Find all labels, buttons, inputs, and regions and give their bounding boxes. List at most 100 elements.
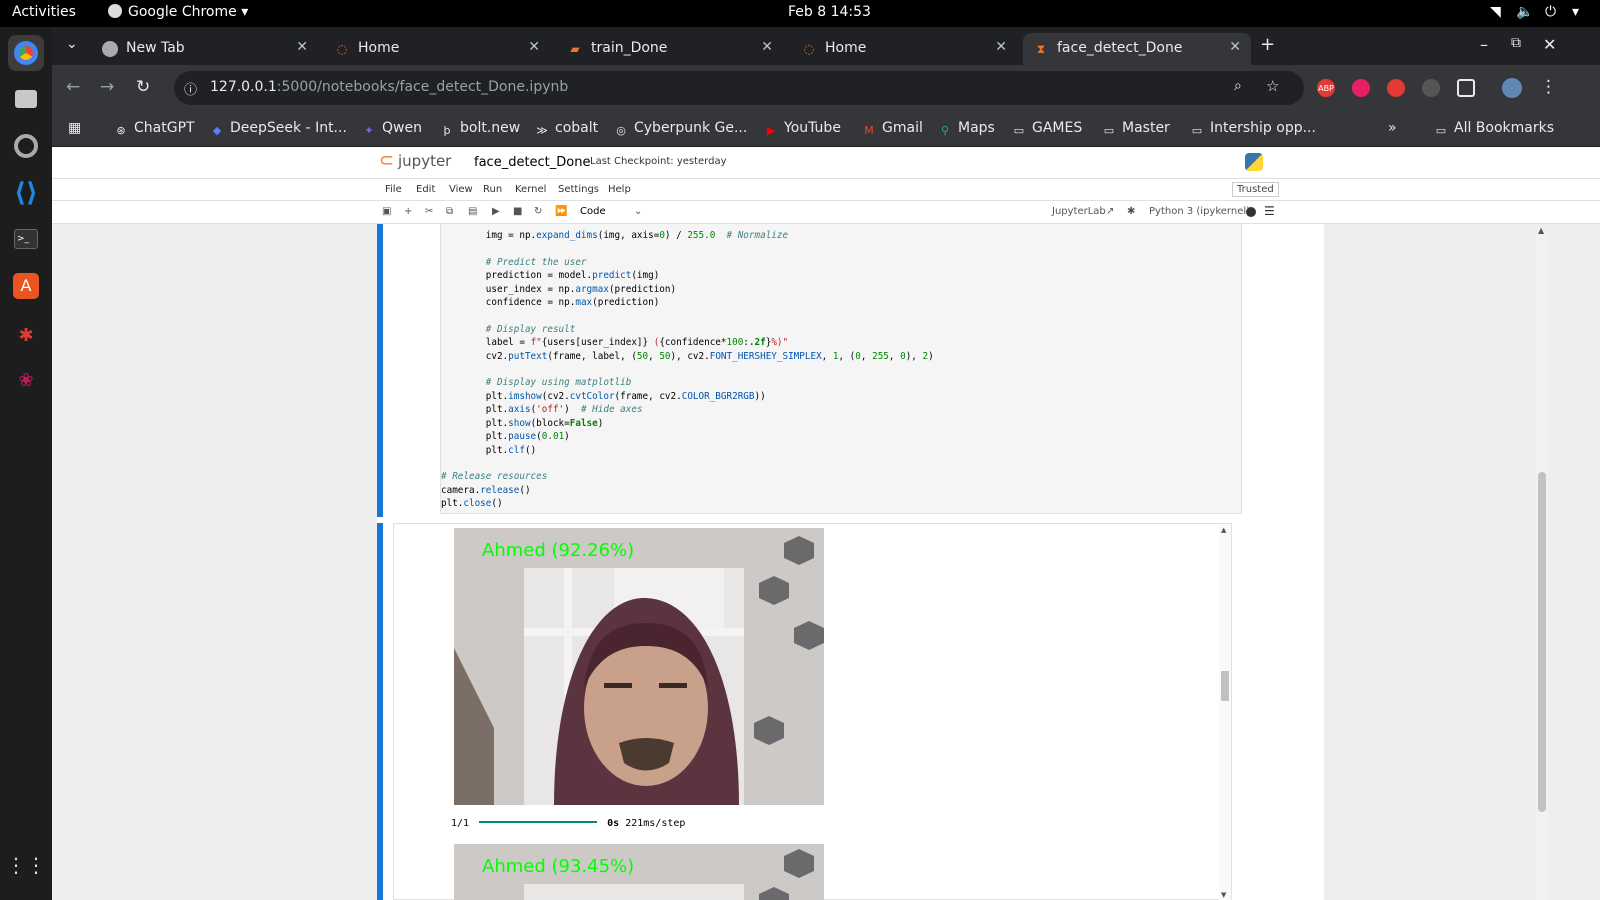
output-scroll-box[interactable]: Ahmed (92.26%) 1/1 0s 221ms/step Ahmed (… [393,523,1232,900]
kernel-name[interactable]: Python 3 (ipykernel) [1149,206,1250,217]
minimize-icon[interactable]: – [1480,35,1488,54]
dock-settings-icon[interactable] [8,128,44,164]
jupyterlab-link[interactable]: JupyterLab [1052,206,1106,217]
scroll-thumb[interactable] [1221,671,1229,701]
bookmark-gmail[interactable]: M Gmail [862,120,923,138]
volume-icon[interactable]: 🔈 [1516,4,1533,20]
menu-settings[interactable]: Settings [558,184,599,195]
tab-home-1[interactable]: ◌ Home ✕ [324,33,550,65]
run-icon[interactable]: ▶ [492,206,500,217]
new-tab-plus-icon[interactable]: + [1260,34,1275,55]
tab-train-done[interactable]: ▰ train_Done ✕ [557,33,783,65]
page-scroll-thumb[interactable] [1538,472,1546,812]
menu-view[interactable]: View [449,184,473,195]
cell-type-select[interactable]: Code [580,206,606,217]
scroll-down-icon[interactable]: ▼ [1221,891,1226,899]
bookmark-cobalt[interactable]: ≫ cobalt [535,120,598,138]
close-tab-icon[interactable]: ✕ [528,39,540,55]
extensions-puzzle-icon[interactable] [1457,79,1475,97]
code-editor[interactable]: img = np.expand_dims(img, axis=0) / 255.… [440,224,1242,514]
insert-cell-icon[interactable]: + [404,206,412,217]
bookmark-bolt[interactable]: ϸ bolt.new [440,120,521,138]
zoom-icon[interactable]: ⌕ [1234,78,1242,94]
close-tab-icon[interactable]: ✕ [761,39,773,55]
notebook-title[interactable]: face_detect_Done [474,155,590,170]
system-menu-chevron-icon[interactable]: ▾ [1572,4,1579,20]
code-cell[interactable]: img = np.expand_dims(img, axis=0) / 255.… [377,224,1312,517]
dock-software-icon[interactable]: A [8,268,44,304]
cut-icon[interactable]: ✂ [425,206,433,217]
menu-kernel[interactable]: Kernel [515,184,546,195]
bookmark-folder-internship[interactable]: ▭ Intership opp... [1190,120,1316,138]
bookmark-folder-master[interactable]: ▭ Master [1102,120,1170,138]
dock-terminal-icon[interactable]: >_ [8,221,44,257]
close-tab-icon[interactable]: ✕ [995,39,1007,55]
restore-icon[interactable]: ⧉ [1511,35,1521,51]
dock-vscode-icon[interactable]: ⟨⟩ [8,175,44,211]
jupyter-logo-text[interactable]: jupyter [398,152,451,170]
bookmark-maps[interactable]: ⚲ Maps [938,120,995,138]
folder-icon: ▭ [1435,124,1447,137]
jupyter-logo-icon[interactable]: ⊂ [379,150,394,171]
show-apps-icon[interactable]: ⋮⋮ [6,847,46,883]
address-bar[interactable]: ⓘ 127.0.0.1:5000/notebooks/face_detect_D… [174,71,1304,105]
output-scrollbar[interactable]: ▲ ▼ [1219,524,1231,900]
dock-files-icon[interactable] [8,81,44,117]
menu-edit[interactable]: Edit [416,184,435,195]
page-scroll-up-icon[interactable]: ▲ [1538,226,1544,235]
all-bookmarks[interactable]: ▭ All Bookmarks [1434,120,1554,138]
page-scrollbar[interactable]: ▲ [1536,226,1548,900]
more-bookmarks-icon[interactable]: » [1388,120,1397,136]
site-info-icon[interactable]: ⓘ [184,79,197,98]
dock-chrome-icon[interactable] [8,35,44,71]
reload-icon[interactable]: ↻ [136,77,150,97]
chrome-menu-icon[interactable]: ⋮ [1540,77,1557,97]
bookmark-chatgpt[interactable]: ⊛ ChatGPT [114,120,194,138]
wifi-icon[interactable]: ◥ [1490,4,1501,20]
tab-new-tab[interactable]: New Tab ✕ [92,33,318,65]
chevron-down-icon[interactable]: ⌄ [634,206,642,217]
app-menu[interactable]: Google Chrome ▾ [108,4,248,20]
scroll-up-icon[interactable]: ▲ [1221,526,1226,534]
bookmark-deepseek[interactable]: ◆ DeepSeek - Int... [210,120,347,138]
menu-run[interactable]: Run [483,184,502,195]
bookmark-star-icon[interactable]: ☆ [1266,77,1279,95]
save-icon[interactable]: ▣ [382,206,391,217]
trusted-badge[interactable]: Trusted [1232,182,1279,197]
close-window-icon[interactable]: ✕ [1543,35,1556,54]
bookmark-qwen[interactable]: ✦ Qwen [362,120,422,138]
dock-bug-icon[interactable]: ✱ [8,317,44,353]
close-tab-icon[interactable]: ✕ [1229,39,1241,55]
extension-2-icon[interactable] [1352,79,1370,97]
hamburger-menu-icon[interactable]: ☰ [1264,204,1275,218]
maps-icon: ⚲ [940,124,950,137]
tab-home-2[interactable]: ◌ Home ✕ [791,33,1017,65]
stop-icon[interactable]: ■ [513,206,522,217]
activities-button[interactable]: Activities [12,4,76,20]
dock-raspberry-icon[interactable]: ❀ [8,362,44,398]
bookmark-cyberpunk[interactable]: ◎ Cyberpunk Ge... [614,120,747,138]
power-icon[interactable]: ⏻ [1545,4,1556,20]
extension-4-icon[interactable] [1422,79,1440,97]
adblock-extension-icon[interactable]: ABP [1317,79,1335,97]
menu-file[interactable]: File [385,184,402,195]
bookmark-youtube[interactable]: ▶ YouTube [764,120,841,138]
extension-3-icon[interactable] [1387,79,1405,97]
menu-help[interactable]: Help [608,184,631,195]
tab-face-detect-done[interactable]: ⧗ face_detect_Done ✕ [1023,33,1251,65]
bookmark-folder-games[interactable]: ▭ GAMES [1012,120,1082,138]
debugger-icon[interactable]: ✱ [1127,206,1135,217]
paste-icon[interactable]: ▤ [468,206,477,217]
clock[interactable]: Feb 8 14:53 [788,4,871,20]
forward-arrow-icon[interactable]: → [100,77,114,97]
run-all-icon[interactable]: ⏩ [555,206,567,217]
back-arrow-icon[interactable]: ← [66,77,80,97]
copy-icon[interactable]: ⧉ [446,206,453,217]
close-tab-icon[interactable]: ✕ [296,39,308,55]
url-text[interactable]: 127.0.0.1:5000/notebooks/face_detect_Don… [210,79,568,95]
tab-search-icon[interactable]: ⌄ [66,36,78,52]
profile-avatar[interactable] [1502,78,1522,98]
tab-title: Home [358,40,400,56]
restart-icon[interactable]: ↻ [534,206,542,217]
apps-grid-icon[interactable]: ▦ [68,120,81,136]
